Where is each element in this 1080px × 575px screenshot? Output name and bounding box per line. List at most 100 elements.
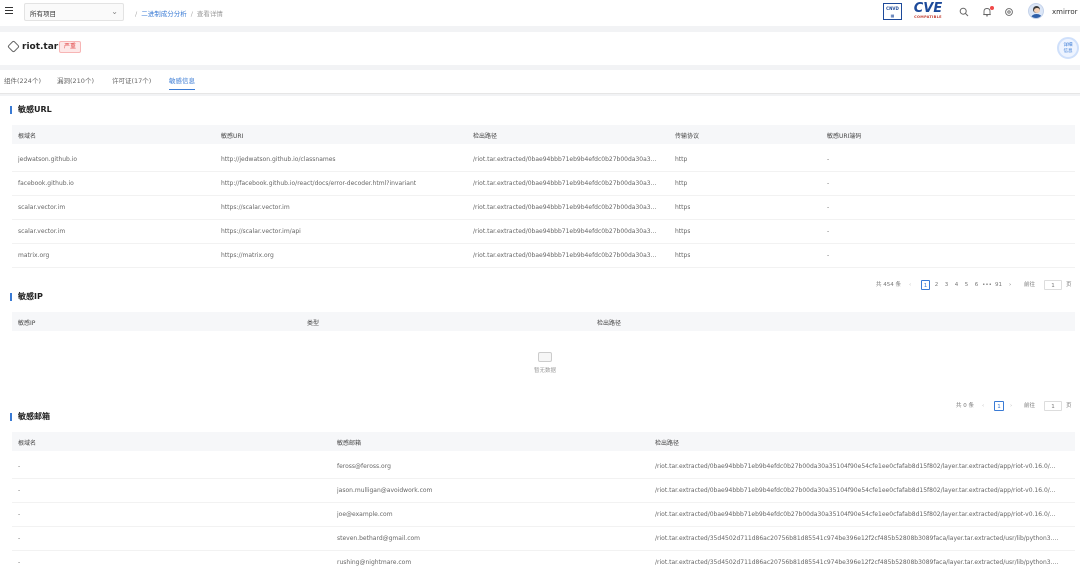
username-label: xmirror <box>1052 8 1078 16</box>
column-header: 类型 <box>307 320 320 327</box>
tab-sensitive-info[interactable]: 敏感信息 <box>169 75 195 90</box>
column-header: 敏感URI端码 <box>827 133 862 140</box>
breadcrumb-link[interactable]: 二进制成分分析 <box>141 10 187 18</box>
page-number[interactable]: 4 <box>953 280 960 290</box>
section-title-url: 敏感URL <box>10 106 52 114</box>
protocol-cell: https <box>675 252 691 259</box>
uri-cell: https://matrix.org <box>221 252 274 259</box>
path-cell: /riot.tar.extracted/0bae94bbb71eb9b4efdc… <box>655 487 1056 494</box>
project-select[interactable]: 所有项目 ⌄ <box>24 3 124 21</box>
table-row: - joe@example.com /riot.tar.extracted/0b… <box>12 503 1075 527</box>
root-domain-cell: matrix.org <box>18 252 50 259</box>
uri-cell: https://scalar.vector.im <box>221 204 290 211</box>
page-unit-label: 页 <box>1066 282 1072 288</box>
empty-text: 暂无数据 <box>533 368 556 374</box>
path-cell: /riot.tar.extracted/0bae94bbb71eb9b4efdc… <box>655 463 1056 470</box>
page-number-current[interactable]: 1 <box>921 280 930 290</box>
column-header: 敏感URI <box>221 133 244 140</box>
ip-pagination: 共 0 条 ‹ 1 › 前往 1 页 <box>956 401 1076 413</box>
hamburger-menu-icon[interactable] <box>5 7 13 15</box>
total-count: 共 454 条 <box>876 282 901 288</box>
uri-code-cell: - <box>827 156 830 163</box>
gear-icon[interactable] <box>1003 7 1015 19</box>
page-number-current[interactable]: 1 <box>994 401 1004 411</box>
url-pagination: 共 454 条 ‹ 1 2 3 4 5 6 ••• 91 › 前往 1 页 <box>876 280 1076 292</box>
username[interactable]: xmirror ⌄ <box>1052 8 1080 16</box>
goto-page-input[interactable]: 1 <box>1044 401 1062 411</box>
prev-page-button[interactable]: ‹ <box>909 280 911 290</box>
avatar[interactable] <box>1028 3 1044 19</box>
tab-components[interactable]: 组件(224个) <box>4 75 41 89</box>
table-row: scalar.vector.im https://scalar.vector.i… <box>12 220 1075 244</box>
prev-page-button[interactable]: ‹ <box>982 401 984 411</box>
path-cell: /riot.tar.extracted/0bae94bbb71eb9b4efdc… <box>473 180 657 187</box>
column-header: 检出路径 <box>655 440 680 447</box>
project-select-value: 所有项目 <box>30 10 56 18</box>
path-cell: /riot.tar.extracted/0bae94bbb71eb9b4efdc… <box>473 204 657 211</box>
url-table-header: 根域名 敏感URI 检出路径 传输协议 敏感URI端码 <box>12 125 1075 144</box>
email-cell: feross@feross.org <box>337 463 391 470</box>
path-cell: /riot.tar.extracted/35d4502d711d86ac2075… <box>655 559 1059 566</box>
root-domain-cell: scalar.vector.im <box>18 204 66 211</box>
path-cell: /riot.tar.extracted/35d4502d711d86ac2075… <box>655 535 1059 542</box>
page-number[interactable]: 3 <box>943 280 950 290</box>
detail-info-label-line2: 信息 <box>1063 49 1073 54</box>
tab-licenses[interactable]: 许可证(17个) <box>112 75 151 89</box>
package-name: riot.tar <box>22 42 59 52</box>
page-number[interactable]: 6 <box>973 280 980 290</box>
column-header: 敏感邮箱 <box>337 440 362 447</box>
cve-logo-text: CVE <box>913 1 943 16</box>
column-header: 根域名 <box>18 133 37 140</box>
page-number[interactable]: 5 <box>963 280 970 290</box>
email-cell: jason.mulligan@avoidwork.com <box>337 487 433 494</box>
uri-cell: http://facebook.github.io/react/docs/err… <box>221 180 417 187</box>
detail-info-button[interactable]: 详细 信息 <box>1057 37 1079 59</box>
severity-badge: 严重 <box>59 41 82 53</box>
search-icon[interactable] <box>958 7 970 19</box>
email-cell: steven.bethard@gmail.com <box>337 535 421 542</box>
next-page-button[interactable]: › <box>1009 280 1011 290</box>
path-cell: /riot.tar.extracted/0bae94bbb71eb9b4efdc… <box>655 511 1056 518</box>
root-domain-cell: scalar.vector.im <box>18 228 66 235</box>
table-row: - rushing@nightmare.com /riot.tar.extrac… <box>12 551 1075 575</box>
uri-code-cell: - <box>827 252 830 259</box>
root-domain-cell: facebook.github.io <box>18 180 74 187</box>
page-number[interactable]: 2 <box>933 280 940 290</box>
cnvd-logo: CNVD ▦ <box>883 3 902 20</box>
column-header: 根域名 <box>18 440 37 447</box>
package-icon <box>7 40 20 53</box>
tab-vulnerabilities[interactable]: 漏洞(210个) <box>57 75 94 89</box>
cnvd-logo-text: CNVD <box>886 6 899 11</box>
column-header: 敏感IP <box>18 320 36 327</box>
page-unit-label: 页 <box>1066 403 1072 409</box>
page-number[interactable]: 91 <box>994 280 1003 290</box>
protocol-cell: http <box>675 156 688 163</box>
uri-cell: https://scalar.vector.im/api <box>221 228 301 235</box>
path-cell: /riot.tar.extracted/0bae94bbb71eb9b4efdc… <box>473 252 657 259</box>
uri-code-cell: - <box>827 228 830 235</box>
uri-cell: http://jedwatson.github.io/classnames <box>221 156 336 163</box>
root-domain-cell: - <box>18 487 21 494</box>
next-page-button[interactable]: › <box>1010 401 1012 411</box>
root-domain-cell: - <box>18 463 21 470</box>
section-title-ip: 敏感IP <box>10 293 43 301</box>
uri-code-cell: - <box>827 204 830 211</box>
table-row: - jason.mulligan@avoidwork.com /riot.tar… <box>12 479 1075 503</box>
column-header: 检出路径 <box>597 320 622 327</box>
email-table-header: 根域名 敏感邮箱 检出路径 <box>12 432 1075 451</box>
table-row: jedwatson.github.io http://jedwatson.git… <box>12 148 1075 172</box>
table-row: - steven.bethard@gmail.com /riot.tar.ext… <box>12 527 1075 551</box>
empty-box-icon <box>538 352 552 362</box>
column-header: 检出路径 <box>473 133 498 140</box>
root-domain-cell: - <box>18 559 21 566</box>
chevron-down-icon: ⌄ <box>111 7 118 16</box>
breadcrumb-current: 查看详情 <box>196 10 223 18</box>
page-ellipsis[interactable]: ••• <box>982 280 992 290</box>
email-cell: rushing@nightmare.com <box>337 559 412 566</box>
goto-label: 前往 <box>1024 403 1036 409</box>
protocol-cell: https <box>675 228 691 235</box>
protocol-cell: http <box>675 180 688 187</box>
root-domain-cell: - <box>18 511 21 518</box>
root-domain-cell: jedwatson.github.io <box>18 156 78 163</box>
goto-page-input[interactable]: 1 <box>1044 280 1062 290</box>
